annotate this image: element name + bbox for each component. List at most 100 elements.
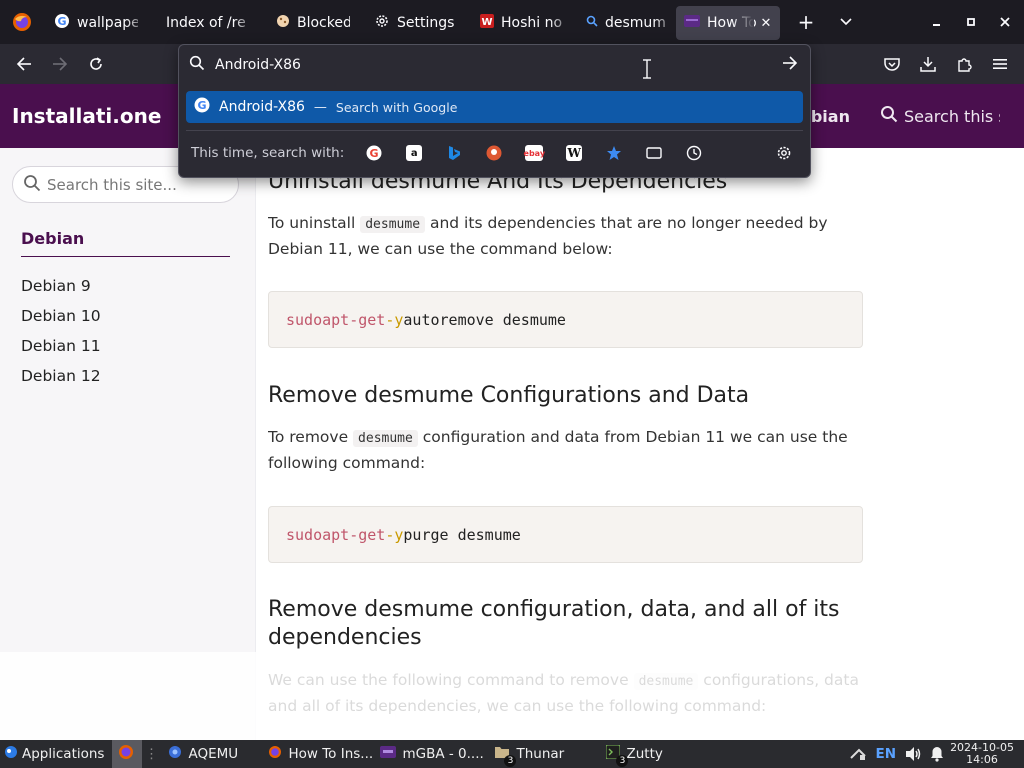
address-bar-dropdown: G Android-X86 — Search with Google This …	[178, 44, 811, 178]
tab-desmume[interactable]: desmume	[572, 6, 676, 40]
taskbar-window-mgba[interactable]: mGBA - 0....	[372, 740, 486, 768]
taskbar-window-firefox[interactable]: How To Ins...	[260, 740, 372, 768]
gear-icon	[374, 13, 390, 33]
sidebar: Debian Debian 9 Debian 10 Debian 11 Debi…	[0, 148, 256, 740]
taskbar-separator: ⋮	[144, 746, 159, 762]
aqemu-icon	[168, 745, 182, 763]
wikipedia-engine-icon[interactable]: W	[554, 138, 594, 168]
code-block-autoremove[interactable]: sudo apt-get -y autoremove desmume	[268, 291, 863, 348]
search-icon	[586, 15, 598, 31]
paragraph-uninstall: To uninstall desmume and its dependencie…	[268, 211, 868, 261]
engines-label: This time, search with:	[191, 145, 345, 161]
close-window-button[interactable]	[988, 5, 1022, 39]
sidebar-search-input[interactable]	[47, 175, 232, 194]
browser-tab-strip: G wallpaper Index of /rep Blocked Settin…	[0, 0, 1024, 44]
code-token: sudo	[286, 310, 323, 329]
close-tab-icon[interactable]: ✕	[758, 15, 774, 31]
address-input[interactable]	[215, 57, 782, 73]
applications-menu[interactable]: Applications	[0, 740, 112, 768]
one-off-search-engines: This time, search with: G a ebay W	[179, 131, 810, 175]
heading-remove-config: Remove desmume Configurations and Data	[268, 383, 750, 408]
site-brand-link[interactable]: Installati.one	[12, 104, 161, 128]
taskbar-firefox-launcher[interactable]	[112, 740, 143, 768]
header-search-label: Search this s	[904, 106, 1000, 126]
sidebar-item-debian-12[interactable]: Debian 12	[21, 364, 101, 394]
sidebar-item-debian-11[interactable]: Debian 11	[21, 334, 101, 364]
firefox-icon	[268, 745, 282, 763]
wiki-icon: W	[480, 14, 494, 32]
google-icon: G	[54, 13, 70, 33]
firefox-menu-icon[interactable]	[0, 0, 44, 44]
tab-settings[interactable]: Settings	[360, 6, 468, 40]
sidebar-section-title[interactable]: Debian	[21, 229, 84, 248]
text-cursor-icon	[642, 58, 652, 84]
svg-text:W: W	[481, 17, 492, 28]
mgba-icon	[380, 746, 397, 762]
heading-remove-all: Remove desmume configuration, data, and …	[268, 597, 840, 650]
tabs-icon[interactable]	[634, 138, 674, 168]
network-icon[interactable]	[845, 740, 871, 768]
tab-list-chevron-icon[interactable]	[826, 5, 866, 39]
taskbar-window-label: Zutty	[626, 746, 663, 762]
taskbar-window-label: Thunar	[516, 746, 565, 762]
tab-how-to[interactable]: How To ✕	[676, 6, 780, 40]
inline-code: desmume	[633, 673, 699, 690]
code-token: apt-get	[322, 525, 386, 544]
notification-bell-icon[interactable]	[926, 740, 948, 768]
amazon-engine-icon[interactable]: a	[394, 138, 434, 168]
maximize-window-button[interactable]	[954, 5, 988, 39]
article-content: Uninstall desmume And Its Dependencies T…	[268, 148, 888, 740]
ebay-engine-icon[interactable]: ebay	[514, 138, 554, 168]
sidebar-item-debian-10[interactable]: Debian 10	[21, 304, 101, 334]
history-clock-icon[interactable]	[674, 138, 714, 168]
sidebar-divider	[21, 256, 230, 257]
code-token: -y	[385, 310, 404, 329]
minimize-window-button[interactable]	[920, 5, 954, 39]
code-token: purge desmume	[403, 525, 521, 544]
desktop-taskbar: Applications ⋮ AQEMU How To Ins... mGBA …	[0, 740, 1024, 768]
go-arrow-icon[interactable]	[782, 56, 798, 74]
tab-index-of-repo[interactable]: Index of /rep	[148, 6, 256, 40]
keyboard-layout-indicator[interactable]: EN	[871, 740, 900, 768]
svg-text:G: G	[370, 147, 379, 160]
downloads-icon[interactable]	[910, 48, 946, 80]
text: To remove	[268, 428, 349, 446]
taskbar-window-label: How To Ins...	[288, 746, 373, 762]
extensions-icon[interactable]	[946, 48, 982, 80]
code-block-purge[interactable]: sudo apt-get -y purge desmume	[268, 506, 863, 563]
taskbar-window-aqemu[interactable]: AQEMU	[160, 740, 260, 768]
search-icon	[880, 105, 898, 127]
header-search-link[interactable]: Search this s	[880, 105, 1000, 127]
tab-hoshi[interactable]: W Hoshi no	[468, 6, 572, 40]
taskbar-window-thunar[interactable]: 3 Thunar	[486, 740, 598, 768]
tab-label: Blocked	[297, 15, 350, 31]
clock-time: 14:06	[966, 753, 998, 766]
search-suggestion-row[interactable]: G Android-X86 — Search with Google	[186, 91, 803, 123]
bing-engine-icon[interactable]	[434, 138, 474, 168]
duckduckgo-engine-icon[interactable]	[474, 138, 514, 168]
taskbar-window-zutty[interactable]: 3 Zutty	[598, 740, 710, 768]
window-count-badge: 3	[504, 755, 517, 767]
reload-button[interactable]	[78, 48, 114, 80]
sidebar-item-debian-9[interactable]: Debian 9	[21, 274, 101, 304]
tab-blocked[interactable]: Blocked	[256, 6, 360, 40]
hamburger-menu-icon[interactable]	[982, 48, 1018, 80]
sidebar-list: Debian 9 Debian 10 Debian 11 Debian 12	[21, 274, 101, 394]
taskbar-window-label: AQEMU	[188, 746, 239, 762]
paragraph-remove-all: We can use the following command to remo…	[268, 668, 868, 718]
forward-button[interactable]	[42, 48, 78, 80]
google-engine-icon[interactable]: G	[354, 138, 394, 168]
pocket-icon[interactable]	[874, 48, 910, 80]
site-icon	[684, 15, 700, 31]
address-bar[interactable]	[179, 45, 810, 85]
tab-wallpaper[interactable]: G wallpaper	[44, 6, 148, 40]
inline-code: desmume	[360, 216, 426, 233]
volume-icon[interactable]	[900, 740, 926, 768]
xfce-logo-icon	[4, 745, 18, 763]
search-settings-gear-icon[interactable]	[764, 138, 804, 168]
new-tab-button[interactable]: +	[786, 5, 826, 39]
bookmarks-star-icon[interactable]	[594, 138, 634, 168]
taskbar-clock[interactable]: 2024-10-05 14:06	[950, 742, 1014, 766]
firefox-icon	[118, 744, 134, 764]
back-button[interactable]	[6, 48, 42, 80]
